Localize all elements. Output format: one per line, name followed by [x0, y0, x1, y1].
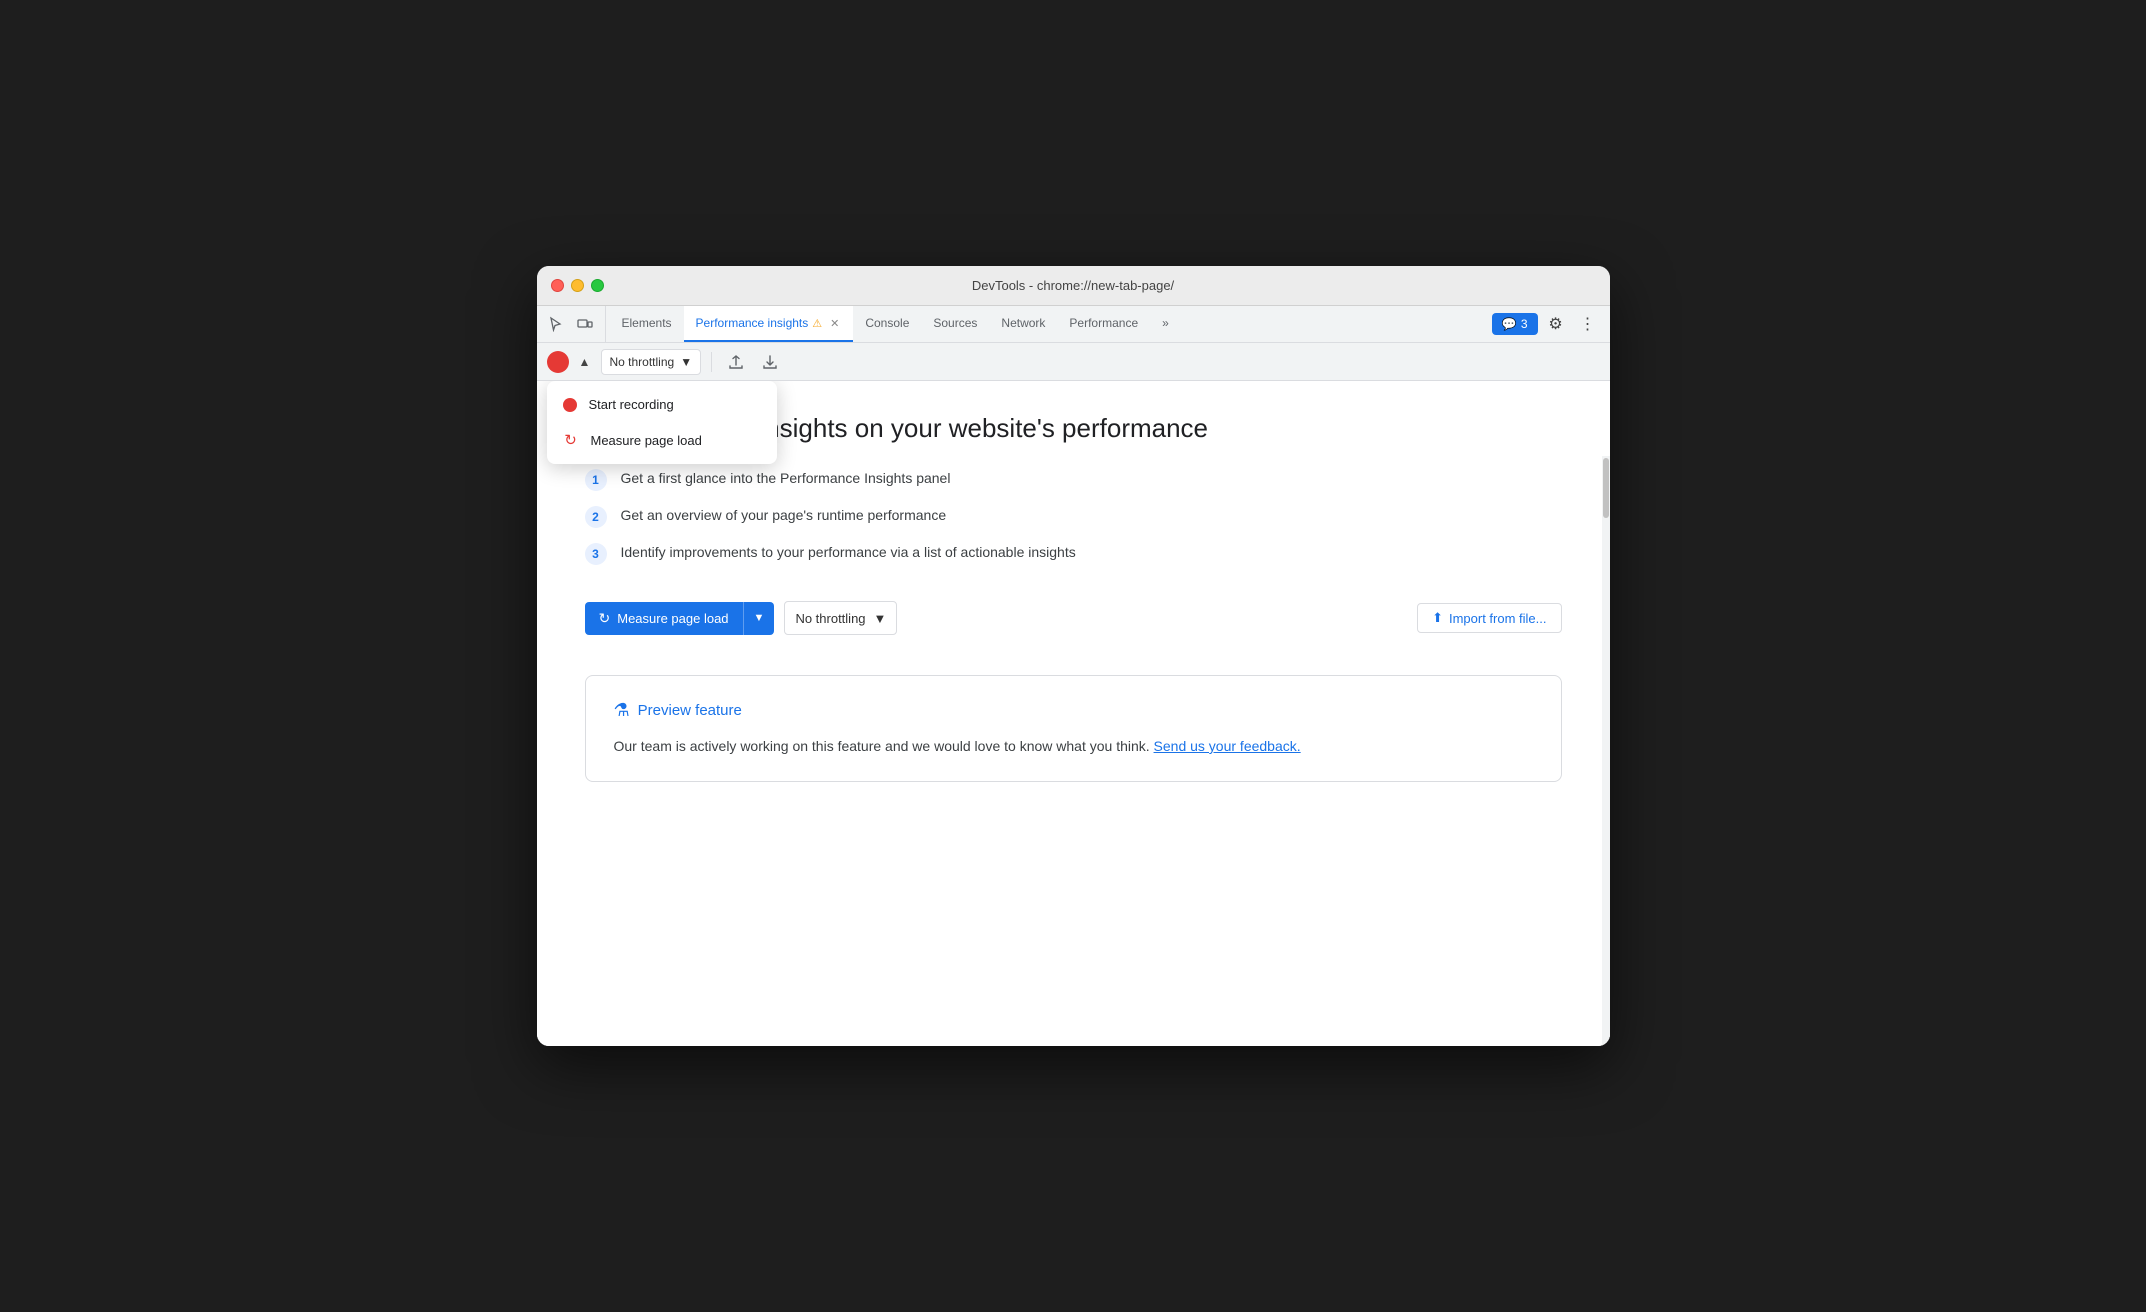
maximize-button[interactable] — [591, 279, 604, 292]
gear-icon: ⚙ — [1548, 314, 1562, 334]
reload-icon: ↻ — [563, 432, 579, 448]
preview-title: Preview feature — [638, 702, 742, 719]
minimize-button[interactable] — [571, 279, 584, 292]
dropdown-measure-page-load[interactable]: ↻ Measure page load — [547, 422, 777, 458]
flask-icon: ⚗ — [614, 700, 630, 721]
close-button[interactable] — [551, 279, 564, 292]
upload-button[interactable] — [722, 351, 750, 373]
throttle-selector[interactable]: No throttling ▼ — [601, 349, 702, 375]
tab-bar-icons — [541, 306, 606, 342]
step-item: 2 Get an overview of your page's runtime… — [585, 505, 1562, 528]
devtools-panel: Elements Performance insights ⚠ ✕ Consol… — [537, 306, 1610, 1046]
ellipsis-icon: ⋮ — [1580, 314, 1596, 334]
dropdown-menu: Start recording ↻ Measure page load — [547, 381, 777, 464]
reload-icon: ↻ — [599, 610, 611, 627]
tab-network[interactable]: Network — [989, 306, 1057, 342]
window-title: DevTools - chrome://new-tab-page/ — [972, 278, 1174, 293]
main-content: Get actionable insights on your website'… — [537, 381, 1610, 1046]
preview-header: ⚗ Preview feature — [614, 700, 1533, 721]
chat-icon: 💬 — [1502, 317, 1517, 331]
tab-performance[interactable]: Performance — [1057, 306, 1150, 342]
tab-bar: Elements Performance insights ⚠ ✕ Consol… — [537, 306, 1610, 343]
scrollbar[interactable] — [1602, 456, 1610, 1046]
device-toggle-icon[interactable] — [571, 310, 599, 338]
step-number: 2 — [585, 506, 607, 528]
record-caret-button[interactable]: ▲ — [575, 350, 595, 374]
toolbar: ▲ No throttling ▼ — [537, 343, 1610, 381]
step-item: 1 Get a first glance into the Performanc… — [585, 468, 1562, 491]
tab-performance-insights[interactable]: Performance insights ⚠ ✕ — [684, 306, 854, 342]
tab-bar-right: 💬 3 ⚙ ⋮ — [1484, 306, 1610, 342]
measure-button-group: ↻ Measure page load ▼ — [585, 602, 775, 635]
titlebar: DevTools - chrome://new-tab-page/ — [537, 266, 1610, 306]
devtools-window: DevTools - chrome://new-tab-page/ — [537, 266, 1610, 1046]
tab-elements[interactable]: Elements — [610, 306, 684, 342]
action-row: ↻ Measure page load ▼ No throttling ▼ ⬆ … — [585, 601, 1562, 635]
import-from-file-button[interactable]: ⬆ Import from file... — [1417, 603, 1561, 633]
tab-sources[interactable]: Sources — [921, 306, 989, 342]
steps-list: 1 Get a first glance into the Performanc… — [585, 468, 1562, 565]
toolbar-divider — [711, 352, 712, 372]
more-button[interactable]: ⋮ — [1574, 310, 1602, 338]
feedback-link[interactable]: Send us your feedback. — [1154, 738, 1301, 754]
record-dot-icon — [563, 398, 577, 412]
scrollbar-thumb[interactable] — [1603, 458, 1609, 518]
measure-dropdown-button[interactable]: ▼ — [743, 602, 775, 635]
measure-page-load-button[interactable]: ↻ Measure page load — [585, 602, 743, 635]
preview-feature-box: ⚗ Preview feature Our team is actively w… — [585, 675, 1562, 782]
step-number: 3 — [585, 543, 607, 565]
warning-icon: ⚠ — [812, 317, 822, 330]
settings-button[interactable]: ⚙ — [1542, 310, 1570, 338]
upload-icon: ⬆ — [1432, 610, 1443, 626]
chevron-down-icon: ▼ — [680, 355, 692, 369]
dropdown-start-recording[interactable]: Start recording — [547, 387, 777, 422]
step-number: 1 — [585, 469, 607, 491]
tab-console[interactable]: Console — [853, 306, 921, 342]
tab-more[interactable]: » — [1150, 306, 1181, 342]
step-item: 3 Identify improvements to your performa… — [585, 542, 1562, 565]
record-button[interactable] — [547, 351, 569, 373]
tab-list: Elements Performance insights ⚠ ✕ Consol… — [610, 306, 1484, 342]
download-button[interactable] — [756, 351, 784, 373]
throttle-main-selector[interactable]: No throttling ▼ — [784, 601, 897, 635]
tab-close-button[interactable]: ✕ — [828, 316, 841, 331]
chevron-down-icon: ▼ — [874, 611, 887, 626]
chat-button[interactable]: 💬 3 — [1492, 313, 1538, 335]
traffic-lights — [551, 279, 604, 292]
preview-body: Our team is actively working on this fea… — [614, 735, 1533, 757]
cursor-icon[interactable] — [541, 310, 569, 338]
